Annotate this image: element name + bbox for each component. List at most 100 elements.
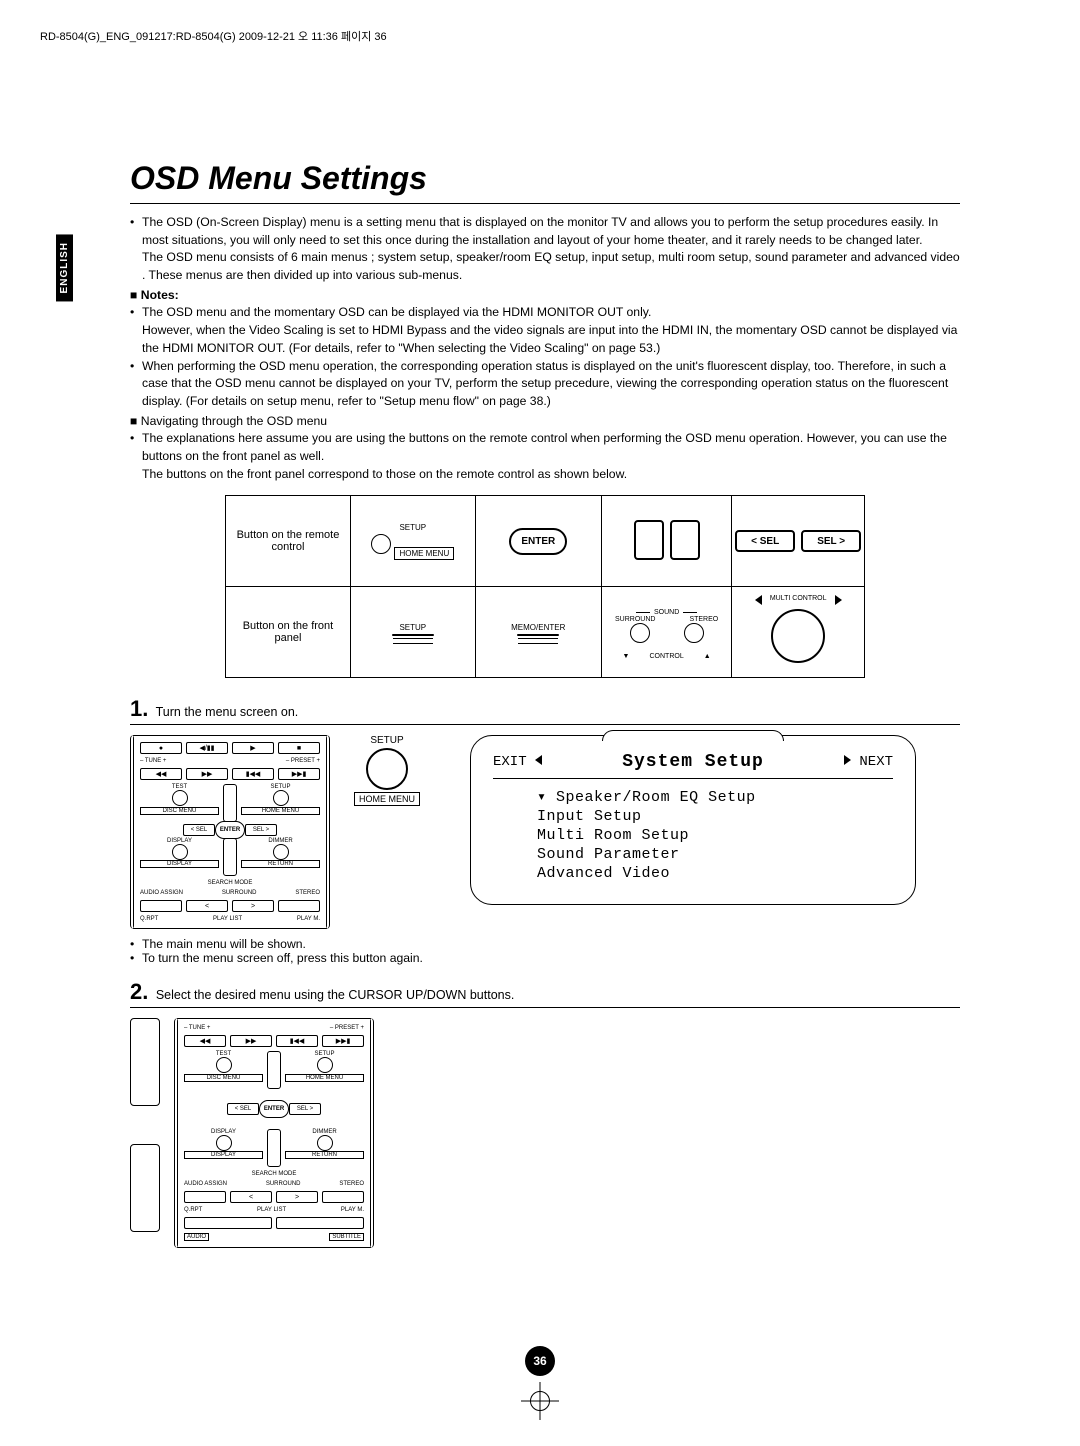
step-2: 2. Select the desired menu using the CUR… — [130, 979, 960, 1248]
step1-text: Turn the menu screen on. — [156, 705, 299, 719]
remote-btn-icon: ▮◀◀ — [276, 1035, 318, 1047]
preset-label: – PRESET + — [286, 758, 320, 764]
preset-label: – PRESET + — [330, 1025, 364, 1031]
test-btn-icon — [172, 790, 188, 806]
home-menu-box: HOME MENU — [241, 807, 320, 815]
intro-p1: The OSD (On-Screen Display) menu is a se… — [142, 215, 938, 247]
cursor-up-callout-icon — [130, 1018, 160, 1106]
fp-setup-cell: SETUP — [350, 587, 475, 678]
setup-label: SETUP — [241, 784, 320, 790]
sound-label: SOUND — [654, 609, 679, 616]
remote-btn-icon: ● — [140, 742, 182, 754]
right-arrow-icon — [835, 595, 842, 605]
control-label: CONTROL — [649, 653, 683, 660]
osd-screen: EXIT System Setup NEXT Speaker/Room EQ S… — [470, 735, 916, 905]
dimmer-label: DIMMER — [241, 838, 320, 844]
playlist-label: PLAY LIST — [257, 1207, 286, 1213]
fp-memo-label: MEMO/ENTER — [511, 623, 565, 632]
step1-bullet1: The main menu will be shown. — [142, 937, 960, 951]
remote-btn-icon: ▶▶▮ — [278, 768, 320, 780]
stereo-knob-icon — [684, 623, 704, 643]
osd-item-selected: Speaker/Room EQ Setup — [537, 787, 893, 806]
dimmer-btn-icon — [273, 844, 289, 860]
bullet-dot: • — [130, 430, 142, 465]
test-btn-icon — [216, 1057, 232, 1073]
test-label: TEST — [140, 784, 219, 790]
page-title: OSD Menu Settings — [130, 160, 960, 197]
row2-label: Button on the front panel — [226, 587, 351, 678]
surround-label: SURROUND — [266, 1181, 301, 1187]
step1-left: ●◀/▮▮▶■ – TUNE +– PRESET + ◀◀▶▶▮◀◀▶▶▮ TE… — [130, 735, 420, 929]
fp-sound-cell: SOUND SURROUND STEREO ▼ CONTROL ▲ — [601, 587, 731, 678]
fp-ridge-icon — [393, 638, 433, 644]
setup-callout: SETUP HOME MENU — [354, 735, 420, 929]
osd-item: Advanced Video — [537, 865, 893, 882]
playm-label: PLAY M. — [297, 916, 320, 922]
intro-p2: The OSD menu consists of 6 main menus ; … — [142, 250, 960, 282]
dimmer-label: DIMMER — [285, 1129, 364, 1135]
bullet-dot: • — [130, 951, 142, 965]
cross-nav: < SEL ENTER SEL > — [239, 1095, 309, 1123]
enter-button-icon: ENTER — [509, 528, 567, 555]
remote-enter-cell: ENTER — [475, 496, 601, 587]
nav-label: Navigating through the OSD menu — [141, 414, 327, 428]
remote-btn-icon — [322, 1191, 364, 1203]
display-label: DISPLAY — [140, 838, 219, 844]
fp-multi-cell: MULTI CONTROL — [732, 587, 865, 678]
button-table: Button on the remote control SETUP HOME … — [225, 495, 865, 678]
enter-btn-icon: ENTER — [215, 821, 245, 839]
remote-btn-icon: < — [230, 1191, 272, 1203]
sel-right-btn: SEL > — [245, 824, 277, 836]
return-box: RETURN — [241, 860, 320, 868]
return-box: RETURN — [285, 1151, 364, 1159]
row1-label: Button on the remote control — [226, 496, 351, 587]
fp-memo-cell: MEMO/ENTER — [475, 587, 601, 678]
cursor-down-icon — [267, 1129, 281, 1167]
remote-sel-cell: < SEL SEL > — [732, 496, 865, 587]
notes-label: Notes: — [141, 288, 179, 302]
audio-assign-label: AUDIO ASSIGN — [184, 1181, 227, 1187]
square-bullet: ■ — [130, 288, 137, 302]
audio-box: AUDIO — [184, 1233, 209, 1241]
stereo-label: STEREO — [689, 616, 718, 623]
osd-title: System Setup — [622, 752, 764, 772]
stereo-label: STEREO — [295, 890, 320, 896]
fp-memo-btn-icon — [517, 634, 559, 636]
search-label: SEARCH MODE — [140, 880, 320, 886]
display-box: DISPLAY — [184, 1151, 263, 1159]
dimmer-btn-icon — [317, 1135, 333, 1151]
home-menu-box: HOME MENU — [394, 547, 454, 560]
setup-btn-icon — [317, 1057, 333, 1073]
remote-btn-icon — [278, 900, 320, 912]
cursor-up-icon — [267, 1051, 281, 1089]
setup-label: SETUP — [285, 1051, 364, 1057]
print-header: RD-8504(G)_ENG_091217:RD-8504(G) 2009-12… — [40, 28, 387, 44]
surround-label: SURROUND — [222, 890, 257, 896]
disc-menu-box: DISC MENU — [184, 1074, 263, 1082]
osd-exit: EXIT — [493, 754, 542, 770]
remote-diagram: – TUNE +– PRESET + ◀◀▶▶▮◀◀▶▶▮ TEST DISC … — [174, 1018, 374, 1248]
remote-btn-icon — [184, 1217, 272, 1229]
step1-bullet2: To turn the menu screen off, press this … — [142, 951, 960, 965]
step-1: 1. Turn the menu screen on. ●◀/▮▮▶■ – TU… — [130, 696, 960, 965]
remote-btn-icon — [276, 1217, 364, 1229]
cursor-down-callout-icon — [130, 1144, 160, 1232]
qrpt-label: Q.RPT — [140, 916, 158, 922]
tune-label: – TUNE + — [184, 1025, 210, 1031]
osd-top-curve-icon — [602, 730, 784, 741]
sel-left-btn: < SEL — [227, 1103, 259, 1115]
left-arrow-icon — [755, 595, 762, 605]
home-menu-box: HOME MENU — [285, 1074, 364, 1082]
display-btn-icon — [172, 844, 188, 860]
step2-text: Select the desired menu using the CURSOR… — [156, 988, 514, 1002]
tune-label: – TUNE + — [140, 758, 166, 764]
cursor-up-icon — [223, 784, 237, 822]
surround-label: SURROUND — [615, 616, 655, 623]
square-bullet: ■ — [130, 414, 137, 428]
remote-btn-icon: > — [232, 900, 274, 912]
search-label: SEARCH MODE — [184, 1171, 364, 1177]
display-box: DISPLAY — [140, 860, 219, 868]
step2-body: – TUNE +– PRESET + ◀◀▶▶▮◀◀▶▶▮ TEST DISC … — [130, 1018, 960, 1248]
bullet-dot: • — [130, 358, 142, 411]
step1-number: 1. — [130, 696, 148, 721]
